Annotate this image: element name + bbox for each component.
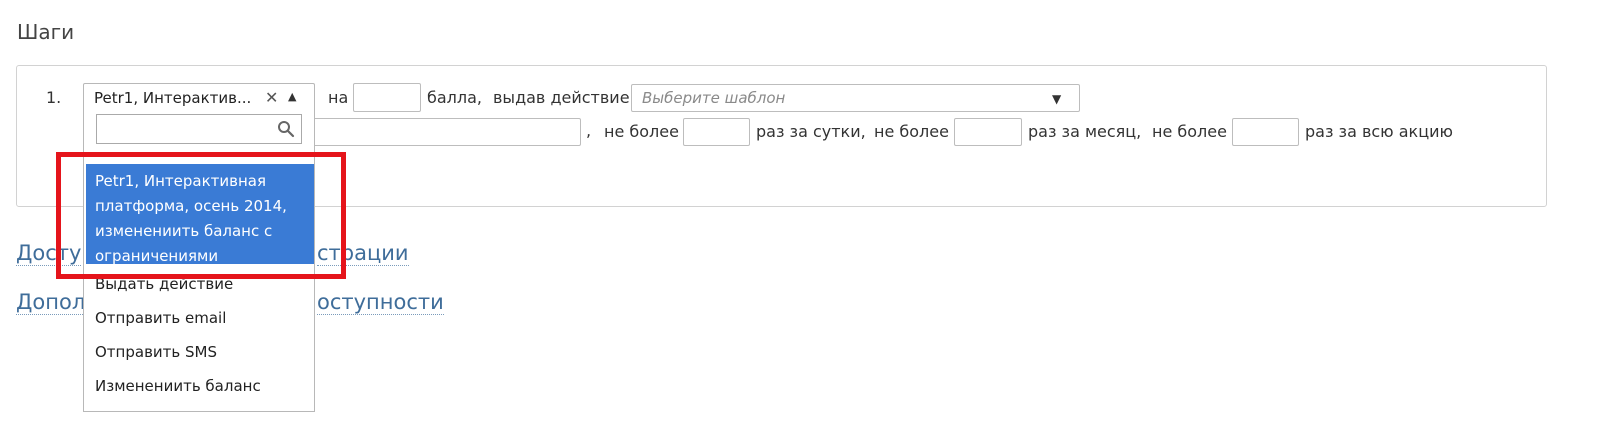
search-icon (278, 121, 295, 138)
label-issue-action: выдав действие (493, 88, 630, 107)
template-select[interactable]: Выберите шаблон ▼ (631, 84, 1080, 112)
additional-link-end[interactable]: оступности (317, 290, 444, 315)
per-day-input[interactable] (683, 118, 750, 146)
dropdown-search-input[interactable] (96, 114, 302, 144)
step-number: 1. (46, 88, 62, 107)
dropdown-option-send-email[interactable]: Отправить email (95, 309, 226, 327)
label-points: балла, (427, 88, 483, 107)
chevron-down-icon: ▼ (1052, 92, 1062, 106)
action-select-value: Petr1, Интерактив... (94, 89, 252, 107)
additional-link-start[interactable]: Допол (16, 290, 86, 315)
secondary-input[interactable] (300, 118, 581, 146)
close-icon[interactable]: ✕ (265, 88, 278, 107)
action-select[interactable]: Petr1, Интерактив... ✕ ▲ (83, 83, 315, 113)
per-month-input[interactable] (954, 118, 1022, 146)
label-per-campaign: раз за всю акцию (1305, 122, 1453, 141)
dropdown-option-send-sms[interactable]: Отправить SMS (95, 343, 217, 361)
label-not-more-day: не более (604, 122, 679, 141)
comma-separator: , (586, 121, 592, 140)
points-input[interactable] (353, 83, 421, 112)
label-not-more-month: не более (874, 122, 949, 141)
label-na: на (328, 88, 349, 107)
dropdown-option-change-balance[interactable]: Изменениить баланс (95, 377, 261, 395)
template-placeholder: Выберите шаблон (642, 89, 786, 107)
section-title: Шаги (17, 20, 75, 44)
chevron-up-icon[interactable]: ▲ (288, 90, 296, 103)
label-not-more-campaign: не более (1152, 122, 1227, 141)
annotation-highlight-box (56, 152, 346, 279)
label-per-day: раз за сутки, (756, 122, 866, 141)
per-campaign-input[interactable] (1232, 118, 1299, 146)
label-per-month: раз за месяц, (1028, 122, 1142, 141)
